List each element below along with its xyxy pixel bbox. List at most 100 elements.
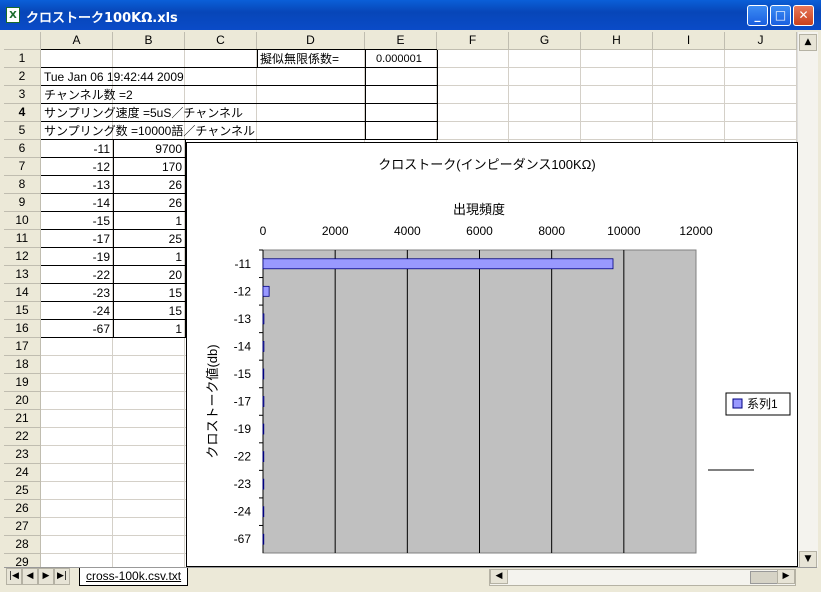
- cell-b16[interactable]: 1: [113, 320, 182, 338]
- row-header-9[interactable]: 9: [4, 194, 41, 212]
- cell-a12[interactable]: -19: [41, 248, 110, 266]
- horizontal-scrollbar[interactable]: ◀ ▶: [489, 569, 796, 586]
- chart-title: クロストーク(インピーダンス100KΩ): [378, 157, 595, 172]
- legend-label: 系列1: [747, 397, 778, 411]
- cell-b12[interactable]: 1: [113, 248, 182, 266]
- scroll-up-icon[interactable]: ▲: [799, 34, 817, 51]
- bar--13: [262, 313, 265, 325]
- cell-b6[interactable]: 9700: [113, 140, 182, 158]
- x-tick-label: 4000: [394, 224, 421, 238]
- y-tick-label: -15: [234, 367, 252, 381]
- chart-area[interactable]: クロストーク(インピーダンス100KΩ) 出現頻度 0 2000 4000 6000 800…: [186, 142, 798, 567]
- y-axis-title: クロストーク値(db): [205, 344, 220, 458]
- cell-e1[interactable]: 0.000001: [376, 50, 434, 68]
- bar--11: [262, 258, 614, 270]
- cell-a2[interactable]: Tue Jan 06 19:42:44 2009: [44, 68, 184, 86]
- cell-b8[interactable]: 26: [113, 176, 182, 194]
- bar--67: [262, 533, 265, 545]
- row-header-13[interactable]: 13: [4, 266, 41, 284]
- cell-b14[interactable]: 15: [113, 284, 182, 302]
- row-header-2[interactable]: 2: [4, 68, 41, 86]
- bar--17: [262, 396, 265, 407]
- y-tick-label: -23: [234, 477, 252, 491]
- row-header-8[interactable]: 8: [4, 176, 41, 194]
- cell-a8[interactable]: -13: [41, 176, 110, 194]
- vertical-scrollbar[interactable]: ▲ ▼: [797, 32, 818, 568]
- row-header-10[interactable]: 10: [4, 212, 41, 230]
- scroll-right-icon[interactable]: ▶: [777, 569, 795, 584]
- row-header-27[interactable]: 27: [4, 518, 41, 536]
- last-sheet-icon[interactable]: ▶|: [54, 568, 70, 585]
- y-tick-label: -24: [234, 505, 252, 519]
- row-header-5[interactable]: 5: [4, 122, 41, 140]
- row-header-4[interactable]: 4: [4, 104, 41, 122]
- y-tick-label: -13: [234, 312, 252, 326]
- row-header-22[interactable]: 22: [4, 428, 41, 446]
- row-header-28[interactable]: 28: [4, 536, 41, 554]
- bar--15: [262, 368, 265, 380]
- cell-a7[interactable]: -12: [41, 158, 110, 176]
- y-tick-label: -22: [234, 450, 252, 464]
- row-header-7[interactable]: 7: [4, 158, 41, 176]
- cell-b7[interactable]: 170: [113, 158, 182, 176]
- row-header-17[interactable]: 17: [4, 338, 41, 356]
- cell-a16[interactable]: -67: [41, 320, 110, 338]
- cell-d1[interactable]: 擬似無限係数=: [260, 50, 364, 68]
- cell-a4[interactable]: サンプリング速度 =5uS／チャンネル: [44, 104, 243, 122]
- row-header-23[interactable]: 23: [4, 446, 41, 464]
- row-header-26[interactable]: 26: [4, 500, 41, 518]
- row-header-11[interactable]: 11: [4, 230, 41, 248]
- x-tick-label: 6000: [466, 224, 493, 238]
- prev-sheet-icon[interactable]: ◀: [22, 568, 38, 585]
- title-bar: X クロストーク100KΩ.xls _ □ ✕: [0, 0, 821, 30]
- sheet-tab[interactable]: cross-100k.csv.txt: [79, 568, 189, 586]
- minimize-button[interactable]: _: [747, 5, 768, 26]
- row-header-18[interactable]: 18: [4, 356, 41, 374]
- bar--19: [262, 423, 265, 435]
- bar--22: [262, 451, 265, 462]
- row-header-20[interactable]: 20: [4, 392, 41, 410]
- y-tick-label: -12: [234, 284, 252, 298]
- row-header-25[interactable]: 25: [4, 482, 41, 500]
- cell-b11[interactable]: 25: [113, 230, 182, 248]
- row-header-15[interactable]: 15: [4, 302, 41, 320]
- first-sheet-icon[interactable]: |◀: [6, 568, 22, 585]
- next-sheet-icon[interactable]: ▶: [38, 568, 54, 585]
- cell-a10[interactable]: -15: [41, 212, 110, 230]
- cell-a5[interactable]: サンプリング数 =10000語／チャンネル: [44, 122, 255, 140]
- row-header-19[interactable]: 19: [4, 374, 41, 392]
- row-header-6[interactable]: 6: [4, 140, 41, 158]
- row-header-24[interactable]: 24: [4, 464, 41, 482]
- scroll-left-icon[interactable]: ◀: [490, 569, 508, 584]
- cell-a15[interactable]: -24: [41, 302, 110, 320]
- cell-a11[interactable]: -17: [41, 230, 110, 248]
- maximize-button[interactable]: □: [770, 5, 791, 26]
- row-header-14[interactable]: 14: [4, 284, 41, 302]
- y-tick-label: -17: [234, 395, 252, 409]
- sheet-tab-bar: |◀ ◀ ▶ ▶| cross-100k.csv.txt ◀ ▶: [4, 567, 817, 586]
- close-button[interactable]: ✕: [793, 5, 814, 26]
- cell-a3[interactable]: チャンネル数 =2: [44, 86, 133, 104]
- x-tick-label: 2000: [322, 224, 349, 238]
- x-tick-label: 10000: [607, 224, 641, 238]
- row-header-12[interactable]: 12: [4, 248, 41, 266]
- cell-a14[interactable]: -23: [41, 284, 110, 302]
- bar--12: [262, 285, 270, 297]
- scroll-thumb[interactable]: [750, 571, 778, 584]
- cell-a6[interactable]: -11: [41, 140, 110, 158]
- y-tick-label: -19: [234, 422, 252, 436]
- cell-b15[interactable]: 15: [113, 302, 182, 320]
- cell-b10[interactable]: 1: [113, 212, 182, 230]
- x-tick-label: 12000: [679, 224, 713, 238]
- cell-a9[interactable]: -14: [41, 194, 110, 212]
- row-header-3[interactable]: 3: [4, 86, 41, 104]
- scroll-down-icon[interactable]: ▼: [799, 551, 817, 568]
- row-header-29[interactable]: 29: [4, 554, 41, 567]
- cell-b9[interactable]: 26: [113, 194, 182, 212]
- row-header-16[interactable]: 16: [4, 320, 41, 338]
- row-header-1[interactable]: 1: [4, 50, 41, 68]
- cell-b13[interactable]: 20: [113, 266, 182, 284]
- cell-a13[interactable]: -22: [41, 266, 110, 284]
- row-header-21[interactable]: 21: [4, 410, 41, 428]
- excel-icon[interactable]: X: [6, 7, 20, 23]
